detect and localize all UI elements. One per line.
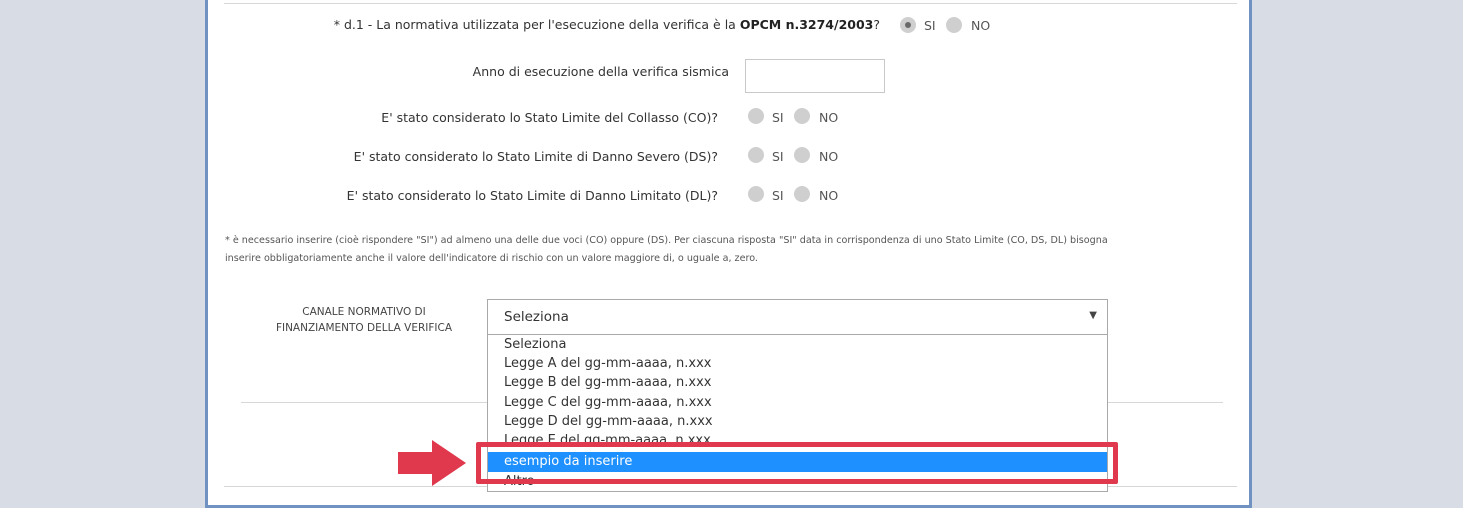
question-d1-norm: OPCM n.3274/2003 (739, 17, 874, 32)
d1-si-radio[interactable] (900, 17, 916, 33)
co-si-label: SI (772, 110, 784, 125)
dropdown-option[interactable]: Legge A del gg-mm-aaaa, n.xxx (488, 354, 1107, 374)
highlight-box (476, 442, 1118, 484)
ds-no-radio[interactable] (794, 147, 810, 163)
note-line-2: inserire obbligatoriamente anche il valo… (225, 253, 758, 264)
canale-label-line-2: FINANZIAMENTO DELLA VERIFICA (275, 322, 453, 334)
co-no-label: NO (819, 110, 839, 125)
ds-si-label: SI (772, 149, 784, 164)
canale-label: CANALE NORMATIVO DI FINANZIAMENTO DELLA … (254, 304, 474, 336)
dl-no-radio[interactable] (794, 186, 810, 202)
dropdown-option[interactable]: Legge D del gg-mm-aaaa, n.xxx (488, 412, 1107, 432)
d1-no-label: NO (971, 18, 991, 33)
dl-si-label: SI (772, 188, 784, 203)
dl-question-label: E' stato considerato lo Stato Limite di … (346, 188, 718, 203)
canale-label-line-1: CANALE NORMATIVO DI (302, 306, 426, 318)
dl-si-radio[interactable] (748, 186, 764, 202)
anno-label: Anno di esecuzione della verifica sismic… (472, 64, 729, 79)
dropdown-option[interactable]: Legge C del gg-mm-aaaa, n.xxx (488, 393, 1107, 413)
co-question-label: E' stato considerato lo Stato Limite del… (381, 110, 718, 125)
canale-select[interactable]: Seleziona ▼ (487, 299, 1108, 335)
ds-si-radio[interactable] (748, 147, 764, 163)
question-d1-suffix: ? (873, 17, 880, 32)
ds-no-label: NO (819, 149, 839, 164)
co-no-radio[interactable] (794, 108, 810, 124)
dl-no-label: NO (819, 188, 839, 203)
co-si-radio[interactable] (748, 108, 764, 124)
dropdown-option[interactable]: Legge B del gg-mm-aaaa, n.xxx (488, 373, 1107, 393)
question-d1-text: * d.1 - La normativa utilizzata per l'es… (333, 17, 740, 32)
top-divider (224, 3, 1237, 4)
pointer-arrow-icon (398, 440, 466, 486)
d1-no-radio[interactable] (946, 17, 962, 33)
d1-si-label: SI (924, 18, 936, 33)
canale-select-value: Seleziona (504, 309, 569, 325)
chevron-down-icon[interactable]: ▼ (1089, 310, 1097, 321)
question-d1-label: * d.1 - La normativa utilizzata per l'es… (334, 17, 880, 32)
dropdown-option[interactable]: Seleziona (488, 335, 1107, 355)
ds-question-label: E' stato considerato lo Stato Limite di … (353, 149, 718, 164)
note-line-1: * è necessario inserire (cioè rispondere… (225, 235, 1108, 246)
anno-input[interactable] (745, 59, 885, 93)
